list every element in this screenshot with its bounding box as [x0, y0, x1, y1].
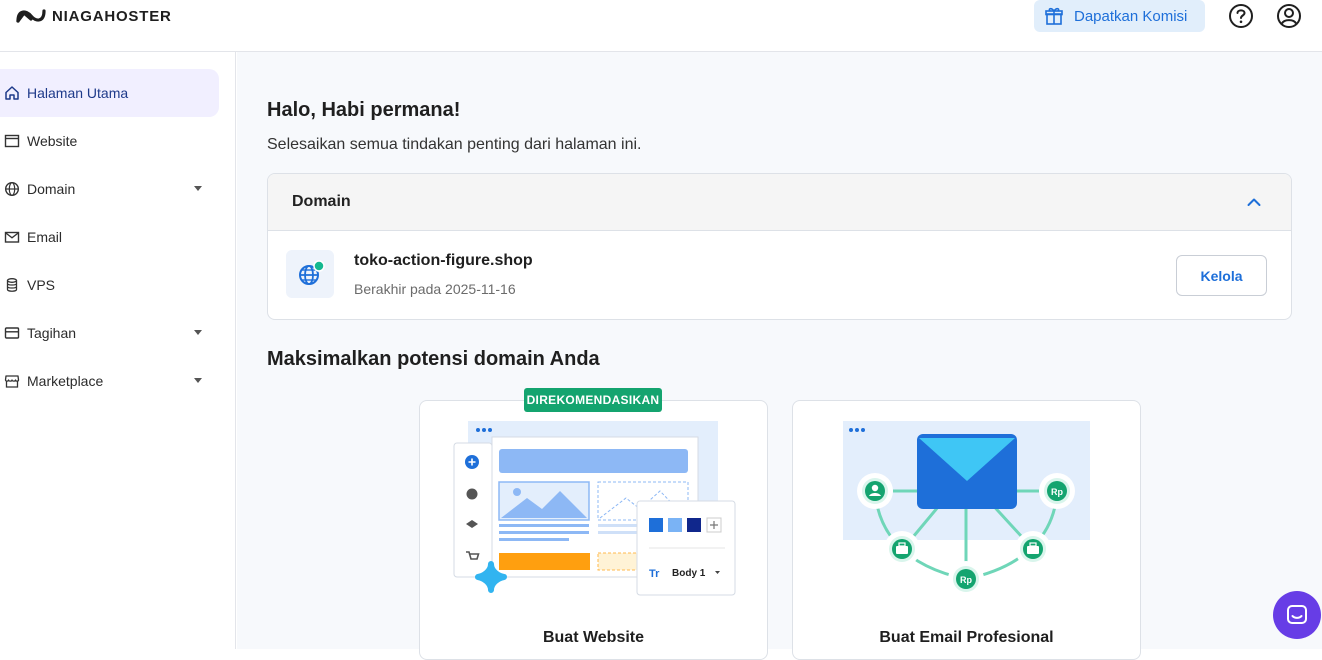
- chat-icon: [1287, 605, 1307, 624]
- help-icon[interactable]: [1228, 3, 1254, 29]
- sidebar-item-halaman-utama[interactable]: Halaman Utama: [0, 69, 219, 117]
- main-content: Halo, Habi permana! Selesaikan semua tin…: [237, 52, 1322, 660]
- sidebar-item-label: Website: [27, 133, 78, 149]
- globe-icon: [4, 181, 20, 197]
- text-style-icon: Tr: [649, 568, 660, 580]
- sidebar-item-domain[interactable]: Domain: [0, 165, 219, 213]
- text-style-label: Body 1: [672, 568, 706, 579]
- website-builder-illustration: Tr Body 1: [453, 421, 736, 596]
- promo-title: Buat Website: [542, 629, 645, 646]
- domain-card-title: Domain: [292, 193, 351, 210]
- sidebar-item-marketplace[interactable]: Marketplace: [0, 357, 219, 405]
- sidebar-item-vps[interactable]: VPS: [0, 261, 219, 309]
- domain-card: Domain toko-action-figure.shop Berakhir …: [267, 173, 1292, 320]
- store-icon: [4, 375, 20, 388]
- sidebar-item-label: Domain: [27, 181, 76, 197]
- sidebar-item-label: VPS: [27, 277, 56, 293]
- sidebar-item-label: Email: [27, 229, 63, 245]
- chevron-down-icon: [194, 186, 202, 191]
- chat-support-button[interactable]: [1273, 591, 1321, 639]
- sidebar-item-website[interactable]: Website: [0, 117, 219, 165]
- brand-name: NIAGAHOSTER: [52, 7, 172, 25]
- mail-icon: [4, 231, 20, 243]
- sidebar-item-label: Halaman Utama: [27, 85, 129, 101]
- browser-window-icon: [4, 134, 20, 148]
- chevron-up-icon[interactable]: [1246, 194, 1262, 210]
- brand-logo[interactable]: NIAGAHOSTER: [16, 6, 172, 26]
- domain-expiry: Berakhir pada 2025-11-16: [354, 281, 516, 297]
- domain-globe-badge: [286, 250, 334, 298]
- database-icon: [6, 278, 18, 292]
- top-bar: NIAGAHOSTER Dapatkan Komisi: [0, 0, 1322, 52]
- komisi-label: Dapatkan Komisi: [1074, 7, 1188, 25]
- home-icon: [5, 86, 19, 100]
- chevron-down-icon: [194, 330, 202, 335]
- email-network-illustration: Rp Rp: [843, 421, 1090, 597]
- chevron-down-icon: [194, 378, 202, 383]
- domain-name: toko-action-figure.shop: [354, 252, 533, 269]
- promo-card-email[interactable]: Rp Rp Buat Email Profesional: [792, 400, 1141, 660]
- rupiah-icon: Rp: [1051, 487, 1063, 497]
- page-title: Halo, Habi permana!: [267, 99, 461, 121]
- sidebar-item-tagihan[interactable]: Tagihan: [0, 309, 219, 357]
- domain-card-header[interactable]: Domain: [268, 174, 1291, 231]
- rupiah-icon: Rp: [960, 575, 972, 585]
- promo-title: Buat Email Profesional: [879, 629, 1054, 646]
- globe-icon: [299, 260, 325, 285]
- niagahoster-logo-icon: [16, 9, 46, 23]
- sidebar: Halaman Utama Website Domain Email VPS T…: [0, 52, 236, 649]
- page-subtitle: Selesaikan semua tindakan penting dari h…: [267, 136, 642, 153]
- gift-icon: [1045, 7, 1063, 25]
- credit-card-icon: [4, 327, 20, 339]
- sidebar-item-label: Tagihan: [27, 325, 77, 341]
- sidebar-item-label: Marketplace: [27, 373, 104, 389]
- kelola-button[interactable]: Kelola: [1176, 255, 1267, 296]
- promo-card-website[interactable]: Tr Body 1 Buat Website: [419, 400, 768, 660]
- user-account-icon[interactable]: [1276, 3, 1302, 29]
- section-title: Maksimalkan potensi domain Anda: [267, 348, 600, 370]
- sidebar-item-email[interactable]: Email: [0, 213, 219, 261]
- dapatkan-komisi-button[interactable]: Dapatkan Komisi: [1034, 0, 1205, 32]
- recommended-badge: DIREKOMENDASIKAN: [524, 388, 662, 412]
